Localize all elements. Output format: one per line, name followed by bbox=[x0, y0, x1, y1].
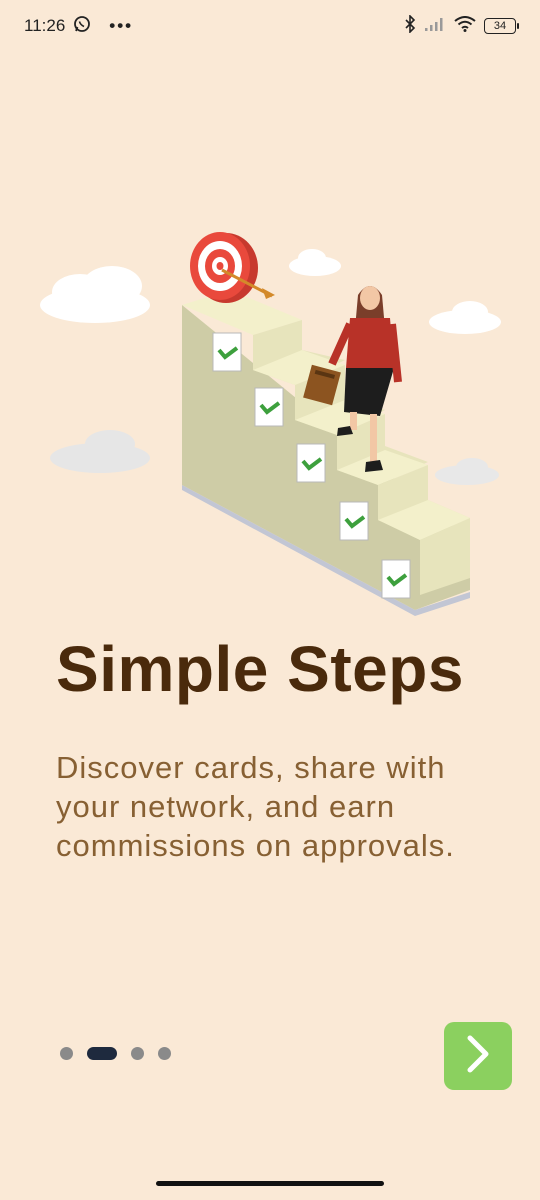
page-dot[interactable] bbox=[131, 1047, 144, 1060]
cloud-icon bbox=[50, 430, 150, 473]
check-icon bbox=[254, 387, 284, 427]
cloud-icon bbox=[429, 301, 501, 334]
whatsapp-icon bbox=[73, 15, 91, 38]
page-indicator bbox=[60, 1047, 171, 1060]
onboarding-illustration bbox=[40, 232, 501, 616]
next-button[interactable] bbox=[444, 1022, 512, 1090]
status-bar: 11:26 ••• 34 bbox=[0, 0, 540, 52]
check-icon bbox=[296, 443, 326, 483]
page-dot[interactable] bbox=[158, 1047, 171, 1060]
target-icon bbox=[190, 232, 275, 303]
cloud-icon bbox=[435, 458, 499, 485]
check-icon bbox=[212, 332, 242, 372]
check-icon bbox=[339, 501, 369, 541]
cloud-icon bbox=[40, 266, 150, 323]
page-title: Simple Steps bbox=[56, 633, 464, 705]
page-dot-active[interactable] bbox=[87, 1047, 117, 1060]
page-description: Discover cards, share with your network,… bbox=[56, 750, 455, 863]
check-icon bbox=[381, 559, 411, 599]
signal-icon bbox=[424, 16, 446, 37]
cloud-icon bbox=[289, 249, 341, 276]
battery-level: 34 bbox=[493, 20, 507, 32]
system-nav-bar bbox=[0, 1166, 540, 1200]
wifi-icon bbox=[454, 15, 476, 37]
more-notifications-icon: ••• bbox=[109, 16, 134, 35]
bluetooth-icon bbox=[404, 13, 416, 38]
battery-icon: 34 bbox=[484, 18, 519, 34]
home-indicator[interactable] bbox=[156, 1180, 384, 1186]
chevron-right-icon bbox=[463, 1034, 493, 1079]
status-time: 11:26 bbox=[24, 16, 66, 35]
page-dot[interactable] bbox=[60, 1047, 73, 1060]
